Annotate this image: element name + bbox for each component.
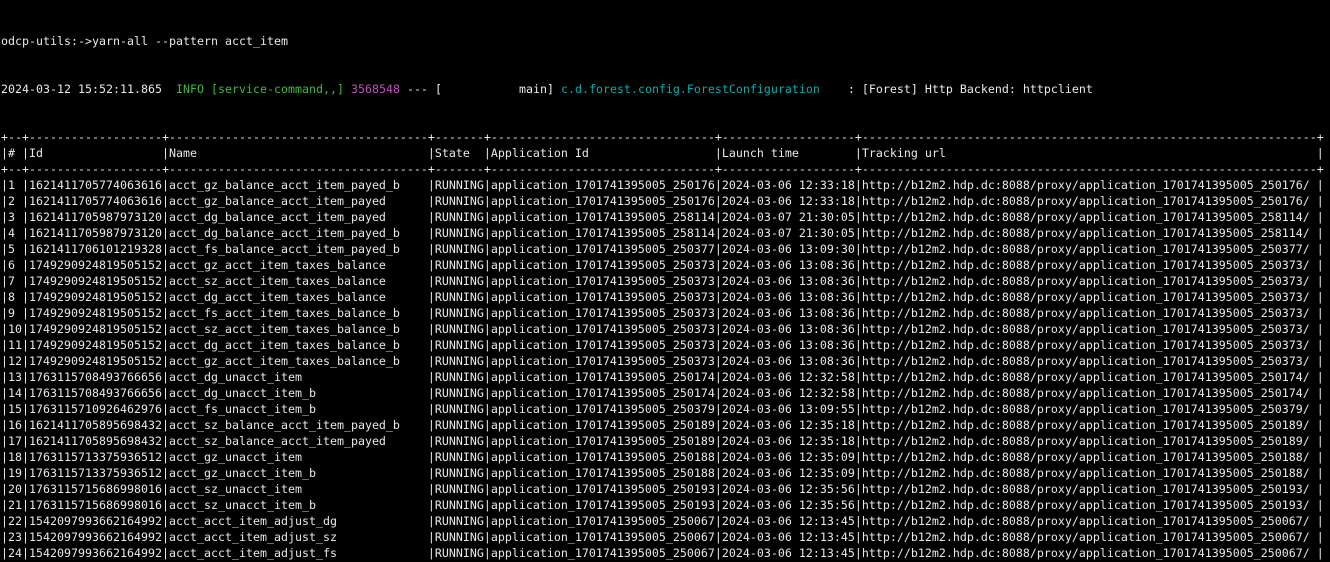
table-row-23: |23|1542097993662164992|acct_acct_item_a… (1, 529, 1330, 545)
table-row-7: |7 |1749290924819505152|acct_sz_acct_ite… (1, 273, 1330, 289)
table-row-17: |17|1621411705895698432|acct_sz_balance_… (1, 433, 1330, 449)
table-row-6: |6 |1749290924819505152|acct_gz_acct_ite… (1, 257, 1330, 273)
table-row-20: |20|1763115715686998016|acct_sz_unacct_i… (1, 481, 1330, 497)
log-line: 2024-03-12 15:52:11.865 INFO [service-co… (1, 81, 1330, 97)
table-row-15: |15|1763115710926462976|acct_fs_unacct_i… (1, 401, 1330, 417)
table-border-top: +--+-------------------+----------------… (1, 129, 1330, 145)
table-row-4: |4 |1621411705987973120|acct_dg_balance_… (1, 225, 1330, 241)
log-part-2: [service-command,,] (211, 82, 351, 96)
table-row-2: |2 |1621411705774063616|acct_gz_balance_… (1, 193, 1330, 209)
log-part-0: 2024-03-12 15:52:11.865 (1, 82, 176, 96)
table-row-11: |11|1749290924819505152|acct_dg_acct_ite… (1, 337, 1330, 353)
log-part-5: c.d.forest.config.ForestConfiguration (561, 82, 820, 96)
table-row-5: |5 |1621411706101219328|acct_fs_balance_… (1, 241, 1330, 257)
table-row-1: |1 |1621411705774063616|acct_gz_balance_… (1, 177, 1330, 193)
table-header-row: |# |Id |Name |State |Application Id |Lau… (1, 145, 1330, 161)
table-border-header: +--+-------------------+----------------… (1, 161, 1330, 177)
command-text: odcp-utils:->yarn-all --pattern acct_ite… (1, 34, 288, 48)
table-row-24: |24|1542097993662164992|acct_acct_item_a… (1, 545, 1330, 561)
table-row-22: |22|1542097993662164992|acct_acct_item_a… (1, 513, 1330, 529)
table-row-3: |3 |1621411705987973120|acct_dg_balance_… (1, 209, 1330, 225)
table-row-19: |19|1763115713375936512|acct_gz_unacct_i… (1, 465, 1330, 481)
log-part-3: 3568548 (351, 82, 407, 96)
log-part-1: INFO (176, 82, 211, 96)
log-part-6: : [Forest] Http Backend: httpclient (820, 82, 1093, 96)
table-row-8: |8 |1749290924819505152|acct_dg_acct_ite… (1, 289, 1330, 305)
table-row-10: |10|1749290924819505152|acct_sz_acct_ite… (1, 321, 1330, 337)
log-part-4: --- [ main] (407, 82, 561, 96)
table-row-12: |12|1749290924819505152|acct_gz_acct_ite… (1, 353, 1330, 369)
table-row-9: |9 |1749290924819505152|acct_fs_acct_ite… (1, 305, 1330, 321)
table-row-18: |18|1763115713375936512|acct_gz_unacct_i… (1, 449, 1330, 465)
table-row-14: |14|1763115708493766656|acct_dg_unacct_i… (1, 385, 1330, 401)
yarn-applications-table: +--+-------------------+----------------… (1, 129, 1330, 562)
table-row-16: |16|1621411705895698432|acct_sz_balance_… (1, 417, 1330, 433)
table-row-13: |13|1763115708493766656|acct_dg_unacct_i… (1, 369, 1330, 385)
table-row-21: |21|1763115715686998016|acct_sz_unacct_i… (1, 497, 1330, 513)
terminal-screen[interactable]: odcp-utils:->yarn-all --pattern acct_ite… (0, 0, 1330, 562)
prompt-line: odcp-utils:->yarn-all --pattern acct_ite… (1, 33, 1330, 49)
